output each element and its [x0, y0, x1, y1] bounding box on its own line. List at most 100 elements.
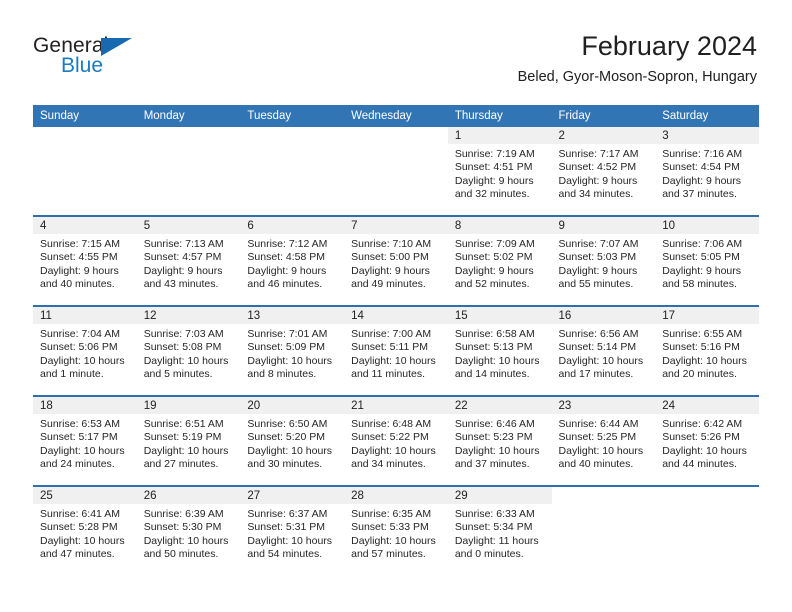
day-details: Sunrise: 6:58 AM Sunset: 5:13 PM Daylight:… — [448, 324, 552, 381]
calendar-day-cell[interactable]: 15 Sunrise: 6:58 AM Sunset: 5:13 PM Dayligh… — [447, 305, 552, 396]
daylight-duration-line2: and 54 minutes. — [247, 547, 323, 560]
sunset-time: Sunset: 5:30 PM — [143, 521, 222, 534]
daylight-duration-line1: Daylight: 11 hours — [454, 534, 539, 547]
day-details: Sunrise: 6:39 AM Sunset: 5:30 PM Daylight:… — [137, 504, 241, 561]
sunset-time: Sunset: 5:26 PM — [662, 431, 740, 444]
calendar-day-cell[interactable]: 13 Sunrise: 7:01 AM Sunset: 5:09 PM Dayligh… — [240, 305, 345, 396]
calendar-day-cell[interactable]: 14 Sunrise: 7:00 AM Sunset: 5:11 PM Dayligh… — [344, 305, 448, 396]
calendar-day-cell[interactable]: 20 Sunrise: 6:50 AM Sunset: 5:20 PM Dayligh… — [240, 395, 345, 486]
day-details: Sunrise: 7:10 AM Sunset: 5:00 PM Daylight:… — [344, 234, 448, 291]
calendar-day-cell[interactable]: 27 Sunrise: 6:37 AM Sunset: 5:31 PM Dayligh… — [240, 485, 345, 575]
day-number: 4 — [33, 217, 137, 234]
calendar-day-cell[interactable]: 21 Sunrise: 6:48 AM Sunset: 5:22 PM Dayligh… — [344, 395, 448, 486]
sunrise-time: Sunrise: 7:19 AM — [454, 148, 535, 160]
day-number: 16 — [551, 307, 656, 324]
sunrise-time: Sunrise: 7:04 AM — [40, 328, 120, 340]
daylight-duration-line2: and 40 minutes. — [558, 457, 634, 470]
calendar-day-cell[interactable]: 6 Sunrise: 7:12 AM Sunset: 4:58 PM Daylight… — [240, 215, 345, 306]
calendar-day-cell[interactable]: 16 Sunrise: 6:56 AM Sunset: 5:14 PM Dayligh… — [551, 305, 656, 396]
weekday-header-tuesday: Tuesday — [240, 105, 345, 127]
day-cell-inner: 29 Sunrise: 6:33 AM Sunset: 5:34 PM Dayligh… — [447, 487, 552, 575]
daylight-duration-line2: and 52 minutes. — [454, 277, 530, 290]
day-details: Sunrise: 7:16 AM Sunset: 4:54 PM Daylight:… — [655, 144, 759, 201]
sunset-time: Sunset: 5:31 PM — [247, 521, 326, 534]
sunrise-time: Sunrise: 6:53 AM — [40, 418, 120, 430]
logo-text-blue: Blue — [61, 54, 104, 77]
calendar-grid: Sunday Monday Tuesday Wednesday Thursday… — [33, 105, 759, 575]
daylight-duration-line1: Daylight: 10 hours — [143, 534, 229, 547]
calendar-day-cell[interactable]: 12 Sunrise: 7:03 AM Sunset: 5:08 PM Dayligh… — [136, 305, 241, 396]
sunset-time: Sunset: 5:22 PM — [351, 431, 429, 444]
daylight-duration-line2: and 43 minutes. — [143, 277, 219, 290]
calendar-day-cell[interactable]: 9 Sunrise: 7:07 AM Sunset: 5:03 PM Daylight… — [551, 215, 656, 306]
day-cell-inner: 18 Sunrise: 6:53 AM Sunset: 5:17 PM Dayligh… — [33, 397, 137, 485]
calendar-day-cell[interactable]: 22 Sunrise: 6:46 AM Sunset: 5:23 PM Dayligh… — [447, 395, 552, 486]
daylight-duration-line2: and 0 minutes. — [454, 547, 524, 560]
daylight-duration-line1: Daylight: 10 hours — [351, 534, 436, 547]
sunset-time: Sunset: 5:20 PM — [247, 431, 326, 444]
day-details: Sunrise: 6:33 AM Sunset: 5:34 PM Daylight:… — [448, 504, 552, 561]
day-number: 6 — [240, 217, 345, 234]
calendar-day-cell[interactable]: 28 Sunrise: 6:35 AM Sunset: 5:33 PM Dayligh… — [344, 485, 448, 575]
page-subtitle: Beled, Gyor-Moson-Sopron, Hungary — [517, 69, 757, 85]
sunrise-time: Sunrise: 6:51 AM — [143, 418, 224, 430]
calendar-day-cell[interactable]: 10 Sunrise: 7:06 AM Sunset: 5:05 PM Dayligh… — [655, 215, 759, 306]
general-blue-logo: General Blue — [33, 34, 233, 90]
calendar-day-cell[interactable]: 2 Sunrise: 7:17 AM Sunset: 4:52 PM Daylight… — [551, 127, 656, 216]
day-details: Sunrise: 6:35 AM Sunset: 5:33 PM Daylight:… — [344, 504, 448, 561]
calendar-day-cell[interactable]: 3 Sunrise: 7:16 AM Sunset: 4:54 PM Daylight… — [655, 127, 759, 216]
calendar-week-row: 1 Sunrise: 7:19 AM Sunset: 4:51 PM Daylight… — [33, 127, 759, 216]
daylight-duration-line2: and 24 minutes. — [40, 457, 115, 470]
daylight-duration-line1: Daylight: 9 hours — [247, 264, 327, 277]
calendar-day-cell[interactable]: 7 Sunrise: 7:10 AM Sunset: 5:00 PM Daylight… — [344, 215, 448, 306]
calendar-day-cell[interactable]: 19 Sunrise: 6:51 AM Sunset: 5:19 PM Dayligh… — [136, 395, 241, 486]
sunrise-time: Sunrise: 7:06 AM — [662, 238, 743, 250]
calendar-day-cell[interactable]: 17 Sunrise: 6:55 AM Sunset: 5:16 PM Dayligh… — [655, 305, 759, 396]
day-number: 17 — [655, 307, 759, 324]
calendar-day-cell[interactable]: 29 Sunrise: 6:33 AM Sunset: 5:34 PM Dayligh… — [447, 485, 552, 575]
calendar-day-cell[interactable]: 5 Sunrise: 7:13 AM Sunset: 4:57 PM Daylight… — [136, 215, 241, 306]
calendar-day-cell[interactable]: 11 Sunrise: 7:04 AM Sunset: 5:06 PM Dayligh… — [33, 305, 137, 396]
day-cell-inner — [33, 127, 137, 215]
calendar-day-cell[interactable]: 1 Sunrise: 7:19 AM Sunset: 4:51 PM Daylight… — [447, 127, 552, 216]
day-number: 20 — [240, 397, 345, 414]
sunset-time: Sunset: 5:13 PM — [454, 341, 533, 354]
daylight-duration-line2: and 1 minute. — [40, 367, 104, 380]
day-cell-inner — [240, 127, 344, 215]
sunset-time: Sunset: 5:03 PM — [558, 251, 637, 264]
daylight-duration-line1: Daylight: 10 hours — [40, 444, 125, 457]
calendar-week-row: 18 Sunrise: 6:53 AM Sunset: 5:17 PM Dayligh… — [33, 395, 759, 486]
sunrise-time: Sunrise: 6:56 AM — [558, 328, 639, 340]
day-details: Sunrise: 7:01 AM Sunset: 5:09 PM Daylight:… — [240, 324, 344, 381]
calendar-day-cell[interactable]: 23 Sunrise: 6:44 AM Sunset: 5:25 PM Dayligh… — [551, 395, 656, 486]
day-number: 11 — [33, 307, 137, 324]
sunset-time: Sunset: 5:17 PM — [40, 431, 118, 444]
calendar-cell-empty — [551, 485, 656, 575]
calendar-day-cell[interactable]: 24 Sunrise: 6:42 AM Sunset: 5:26 PM Dayligh… — [655, 395, 759, 486]
sunset-time: Sunset: 5:00 PM — [351, 251, 429, 264]
day-number: 22 — [447, 397, 552, 414]
daylight-duration-line1: Daylight: 10 hours — [247, 354, 333, 367]
calendar-day-cell[interactable]: 4 Sunrise: 7:15 AM Sunset: 4:55 PM Daylight… — [33, 215, 137, 306]
calendar-cell-empty — [240, 127, 345, 216]
calendar-day-cell[interactable]: 18 Sunrise: 6:53 AM Sunset: 5:17 PM Dayligh… — [33, 395, 137, 486]
sunset-time: Sunset: 5:11 PM — [351, 341, 428, 354]
day-number: 29 — [447, 487, 552, 504]
daylight-duration-line1: Daylight: 9 hours — [662, 264, 742, 277]
sunrise-time: Sunrise: 6:37 AM — [247, 508, 328, 520]
day-cell-inner: 8 Sunrise: 7:09 AM Sunset: 5:02 PM Daylight… — [447, 217, 552, 305]
day-cell-inner: 17 Sunrise: 6:55 AM Sunset: 5:16 PM Dayligh… — [655, 307, 759, 395]
day-details: Sunrise: 7:04 AM Sunset: 5:06 PM Daylight:… — [33, 324, 137, 381]
title-block: February 2024 Beled, Gyor-Moson-Sopron, … — [518, 30, 757, 86]
day-cell-inner: 3 Sunrise: 7:16 AM Sunset: 4:54 PM Daylight… — [655, 127, 759, 215]
daylight-duration-line2: and 50 minutes. — [143, 547, 219, 560]
calendar-day-cell[interactable]: 26 Sunrise: 6:39 AM Sunset: 5:30 PM Dayligh… — [136, 485, 241, 575]
calendar-day-cell[interactable]: 8 Sunrise: 7:09 AM Sunset: 5:02 PM Daylight… — [447, 215, 552, 306]
daylight-duration-line2: and 40 minutes. — [40, 277, 115, 290]
sunrise-time: Sunrise: 6:50 AM — [247, 418, 328, 430]
sunrise-time: Sunrise: 6:33 AM — [454, 508, 535, 520]
daylight-duration-line1: Daylight: 10 hours — [351, 354, 436, 367]
sunrise-time: Sunrise: 7:16 AM — [662, 148, 743, 160]
calendar-day-cell[interactable]: 25 Sunrise: 6:41 AM Sunset: 5:28 PM Dayligh… — [33, 485, 137, 575]
sunset-time: Sunset: 5:25 PM — [558, 431, 637, 444]
